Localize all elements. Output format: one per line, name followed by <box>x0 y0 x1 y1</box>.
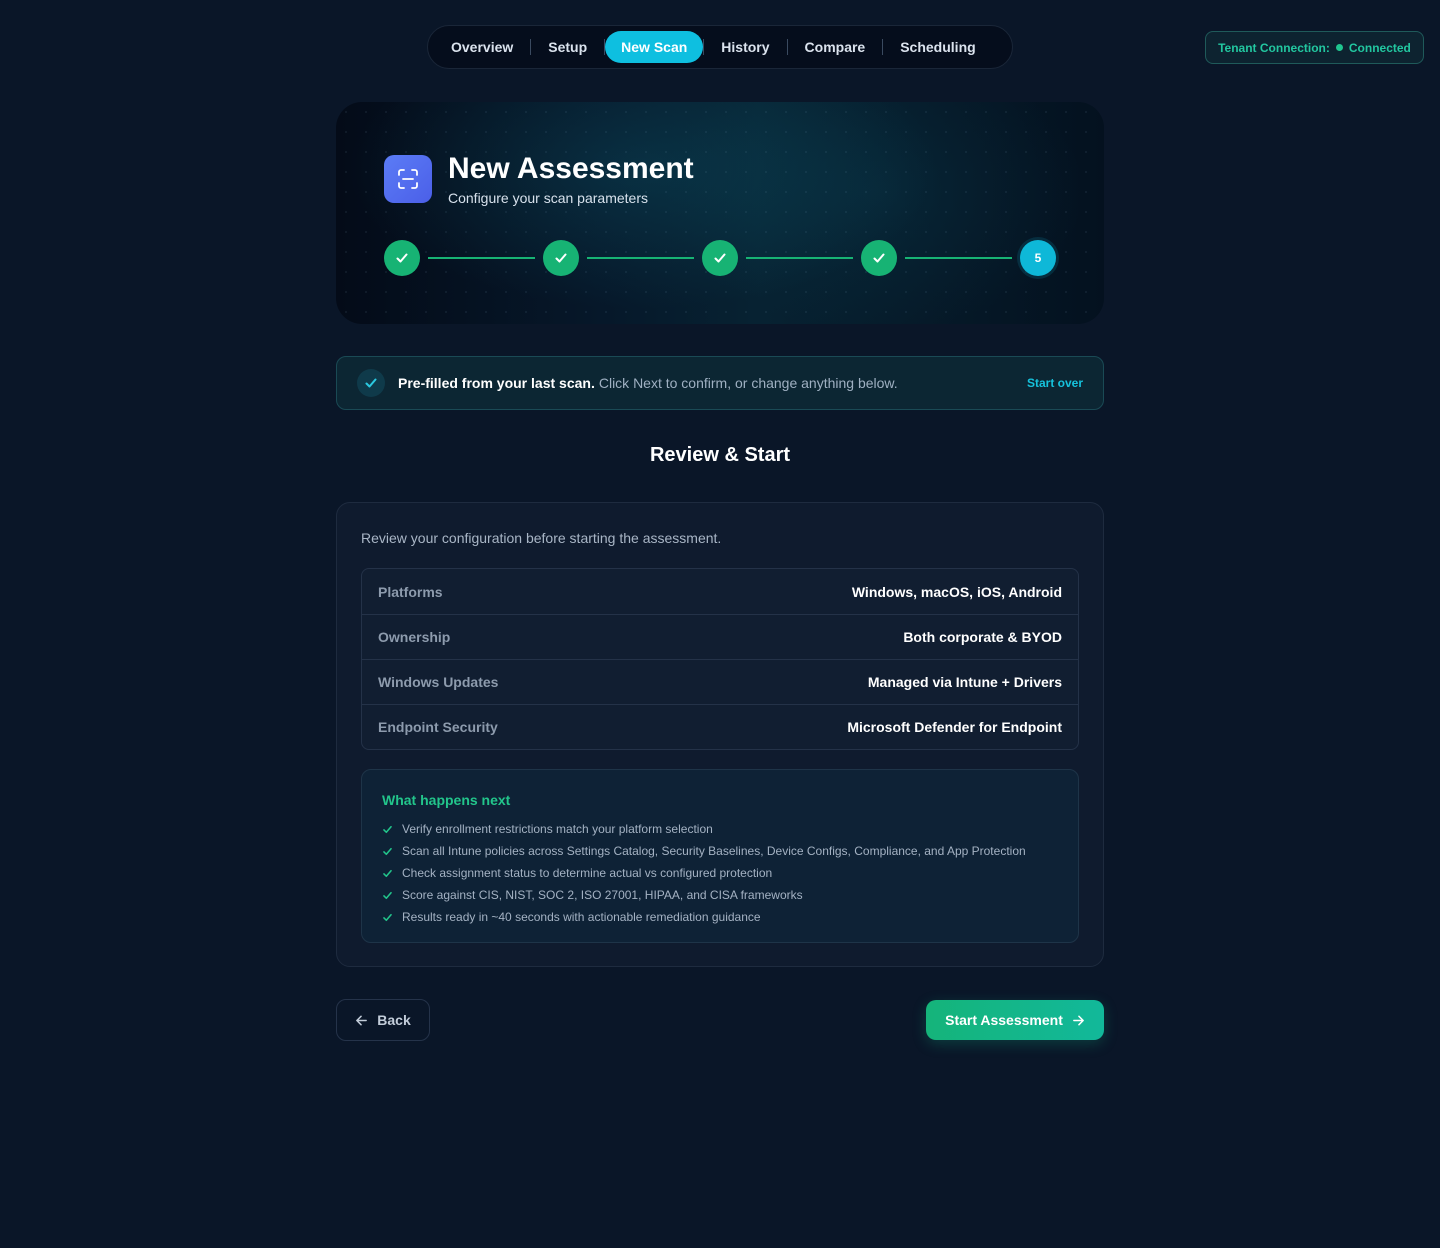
tab-new-scan[interactable]: New Scan <box>605 31 704 63</box>
tenant-connection-badge: Tenant Connection: Connected <box>1205 31 1424 64</box>
tenant-connection-status: Connected <box>1348 40 1411 55</box>
scan-icon <box>384 155 432 203</box>
list-item-text: Check assignment status to determine act… <box>402 866 773 880</box>
check-icon <box>382 890 402 901</box>
top-nav: Overview Setup New Scan History Compare Sched… <box>427 25 1013 69</box>
summary-row: Endpoint Security Microsoft Defender for … <box>362 704 1078 749</box>
prefill-message-bold: Pre-filled from your last scan. <box>398 375 595 391</box>
list-item: Score against CIS, NIST, SOC 2, ISO 2700… <box>382 884 1058 906</box>
back-button[interactable]: Back <box>336 999 430 1041</box>
summary-value: Windows, macOS, iOS, Android <box>851 583 1062 600</box>
review-intro: Review your configuration before startin… <box>361 530 722 546</box>
tab-setup[interactable]: Setup <box>531 31 604 63</box>
start-over-link[interactable]: Start over <box>1027 376 1083 390</box>
prefill-banner: Pre-filled from your last scan. Click Nex… <box>336 356 1104 410</box>
stepper: 5 <box>384 240 1056 276</box>
step-connector <box>587 257 694 259</box>
what-happens-next-panel: What happens next Verify enrollment rest… <box>361 769 1079 943</box>
summary-row: Windows Updates Managed via Intune + Driv… <box>362 659 1078 704</box>
back-button-label: Back <box>377 1012 411 1028</box>
tenant-connection-label: Tenant Connection: <box>1218 40 1330 55</box>
step-connector <box>746 257 853 259</box>
start-assessment-label: Start Assessment <box>945 1012 1063 1028</box>
list-item: Results ready in ~40 seconds with action… <box>382 906 1058 928</box>
summary-key: Ownership <box>378 629 451 645</box>
list-item-text: Verify enrollment restrictions match you… <box>402 822 713 836</box>
tab-scheduling[interactable]: Scheduling <box>883 31 992 63</box>
tab-compare[interactable]: Compare <box>788 31 883 63</box>
tab-overview[interactable]: Overview <box>434 31 530 63</box>
summary-table: Platforms Windows, macOS, iOS, Android Own… <box>361 568 1079 750</box>
step-2 <box>543 240 579 276</box>
step-3 <box>702 240 738 276</box>
summary-row: Platforms Windows, macOS, iOS, Android <box>362 569 1078 614</box>
hero-panel: New Assessment Configure your scan param… <box>336 102 1104 324</box>
arrow-left-icon <box>356 1015 368 1025</box>
arrow-right-icon <box>1072 1015 1084 1025</box>
list-item-text: Results ready in ~40 seconds with action… <box>402 910 761 924</box>
summary-value: Microsoft Defender for Endpoint <box>847 719 1062 735</box>
check-icon <box>382 846 402 857</box>
summary-key: Endpoint Security <box>378 719 498 735</box>
tab-history[interactable]: History <box>704 31 786 63</box>
list-item: Verify enrollment restrictions match you… <box>382 818 1058 840</box>
prefill-message: Pre-filled from your last scan. Click Nex… <box>398 375 1027 391</box>
step-4 <box>861 240 897 276</box>
check-icon <box>357 369 385 397</box>
review-card: Review your configuration before startin… <box>336 502 1104 967</box>
prefill-message-text: Click Next to confirm, or change anythin… <box>598 375 898 391</box>
summary-key: Platforms <box>378 583 443 600</box>
check-icon <box>382 912 402 923</box>
check-icon <box>396 253 408 263</box>
summary-row: Ownership Both corporate & BYOD <box>362 614 1078 659</box>
list-item-text: Scan all Intune policies across Settings… <box>402 844 1026 858</box>
check-icon <box>873 253 885 263</box>
what-happens-next-list: Verify enrollment restrictions match you… <box>382 818 1058 928</box>
status-dot-icon <box>1335 44 1343 51</box>
summary-value: Both corporate & BYOD <box>903 629 1062 645</box>
page-subtitle: Configure your scan parameters <box>448 190 648 206</box>
check-icon <box>382 868 402 879</box>
check-icon <box>555 253 567 263</box>
check-icon <box>382 824 402 835</box>
list-item: Check assignment status to determine act… <box>382 862 1058 884</box>
step-1 <box>384 240 420 276</box>
step-connector <box>905 257 1012 259</box>
step-connector <box>428 257 535 259</box>
section-title: Review & Start <box>649 444 791 466</box>
page-title: New Assessment <box>448 152 694 185</box>
check-icon <box>714 253 726 263</box>
list-item: Scan all Intune policies across Settings… <box>382 840 1058 862</box>
summary-value: Managed via Intune + Drivers <box>867 674 1062 690</box>
start-assessment-button[interactable]: Start Assessment <box>926 1000 1104 1040</box>
step-5: 5 <box>1020 240 1056 276</box>
summary-key: Windows Updates <box>378 674 499 690</box>
what-happens-next-title: What happens next <box>382 792 511 808</box>
list-item-text: Score against CIS, NIST, SOC 2, ISO 2700… <box>402 888 803 902</box>
